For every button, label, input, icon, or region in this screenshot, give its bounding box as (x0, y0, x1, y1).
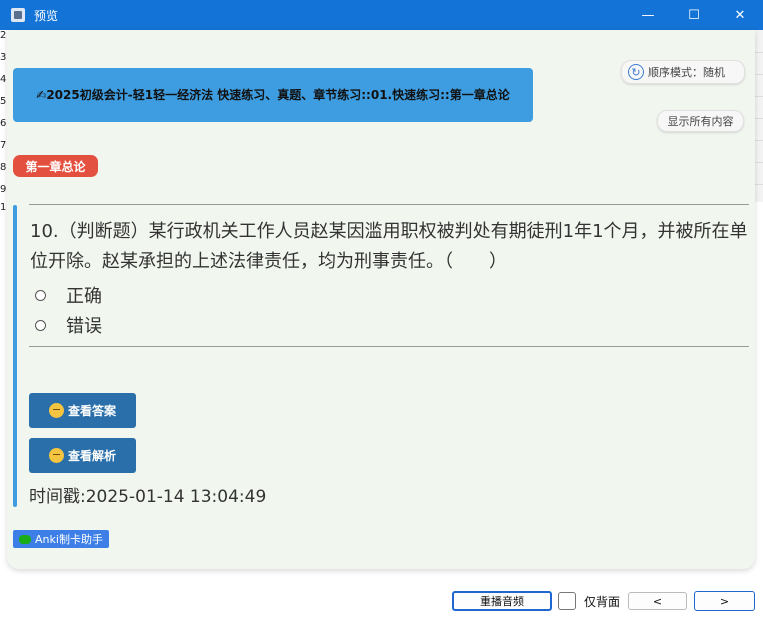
face-emoji-icon (48, 403, 64, 418)
question-text: 10.（判断题）某行政机关工作人员赵某因滥用职权被判处有期徒刑1年1个月，并被所… (30, 221, 748, 272)
thinking-emoji-icon (48, 448, 64, 463)
show-analysis-label: 查看解析 (67, 449, 116, 463)
maximize-button[interactable]: ☐ (671, 0, 717, 30)
anki-helper-badge[interactable]: Anki制卡助手 (13, 530, 109, 548)
deck-title-banner: ✍2025初级会计-轻1轻一经济法 快速练习、真题、章节练习::01.快速练习:… (13, 68, 533, 122)
order-mode-toggle[interactable]: ↻ 顺序模式：随机 (621, 60, 745, 84)
show-analysis-button[interactable]: 查看解析 (29, 438, 136, 473)
prev-button[interactable]: < (628, 592, 687, 610)
option-false[interactable]: 错误 (35, 312, 102, 338)
divider (29, 204, 749, 205)
wechat-icon (19, 534, 32, 544)
card-preview: ✍2025初级会计-轻1轻一经济法 快速练习、真题、章节练习::01.快速练习:… (7, 30, 755, 569)
badge-label: Anki制卡助手 (35, 533, 103, 546)
divider (29, 346, 749, 347)
window-titlebar: 预览 — ☐ ✕ (0, 0, 763, 30)
show-answer-label: 查看答案 (67, 404, 116, 418)
window-controls: — ☐ ✕ (625, 0, 763, 30)
timestamp: 时间戳:2025-01-14 13:04:49 (29, 487, 267, 507)
option-label: 错误 (66, 316, 102, 337)
show-answer-button[interactable]: 查看答案 (29, 393, 136, 428)
back-only-label: 仅背面 (584, 595, 621, 609)
show-all-button[interactable]: 显示所有内容 (657, 110, 744, 132)
window-title: 预览 (34, 8, 59, 23)
bottom-controls: 重播音频 仅背面 < > (0, 588, 763, 619)
refresh-icon: ↻ (628, 64, 644, 80)
option-true[interactable]: 正确 (35, 282, 102, 308)
order-mode-label: 顺序模式：随机 (648, 66, 725, 79)
radio-button[interactable] (35, 319, 46, 331)
app-icon (11, 8, 25, 22)
minimize-button[interactable]: — (625, 0, 671, 30)
card-accent-bar (13, 205, 17, 507)
option-label: 正确 (66, 286, 102, 307)
back-only-checkbox[interactable] (558, 592, 576, 610)
next-button[interactable]: > (694, 591, 755, 611)
radio-button[interactable] (35, 289, 46, 301)
replay-audio-button[interactable]: 重播音频 (452, 591, 552, 611)
close-button[interactable]: ✕ (717, 0, 763, 30)
chapter-tag: 第一章总论 (13, 155, 98, 177)
